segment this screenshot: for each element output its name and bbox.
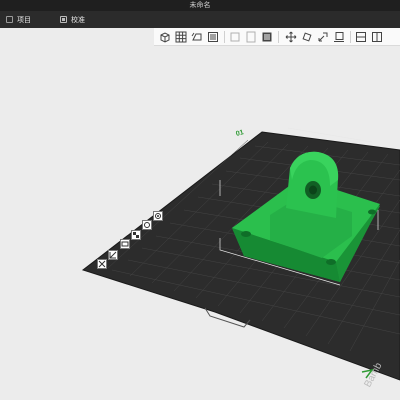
grid-view-icon[interactable] [174, 30, 188, 44]
toolbar-separator [350, 31, 351, 43]
add-cube-icon[interactable] [158, 30, 172, 44]
build-plate-scene: Bamb [81, 127, 400, 389]
cut-icon[interactable] [370, 30, 384, 44]
scale-icon[interactable] [316, 30, 330, 44]
rotate-icon[interactable] [300, 30, 314, 44]
settings-icon[interactable] [153, 208, 163, 221]
layer-view-icon[interactable] [206, 30, 220, 44]
move-icon[interactable] [284, 30, 298, 44]
toolbar-separator [224, 31, 225, 43]
copy-icon[interactable] [228, 30, 242, 44]
perspective-icon[interactable] [108, 247, 118, 260]
arrange-icon[interactable] [131, 227, 141, 240]
lay-flat-icon[interactable] [332, 30, 346, 44]
split-icon[interactable] [354, 30, 368, 44]
paste-icon[interactable] [244, 30, 258, 44]
close-view-icon[interactable] [97, 256, 107, 269]
orient-icon[interactable] [142, 217, 152, 230]
model-toolbar [154, 28, 400, 46]
plate-edit-icon[interactable] [120, 236, 130, 249]
toolbar-separator [278, 31, 279, 43]
auto-orient-icon[interactable] [190, 30, 204, 44]
list-icon[interactable] [260, 30, 274, 44]
